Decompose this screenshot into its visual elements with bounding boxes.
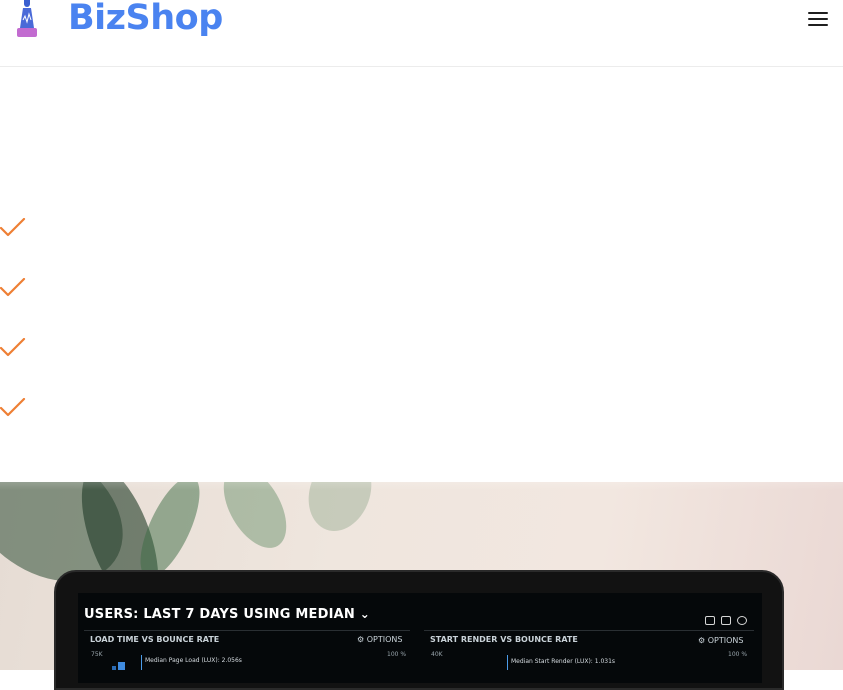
right-pct: 100 % [728, 651, 748, 658]
left-panel-options[interactable]: ⚙ OPTIONS [357, 635, 402, 644]
checkmark-icon [0, 398, 26, 417]
right-y-label: 40K [431, 651, 443, 658]
brand-name[interactable]: BizShop [68, 0, 223, 38]
logo-icon[interactable] [14, 0, 40, 38]
help-icon [737, 616, 747, 625]
left-pct: 100 % [387, 651, 407, 658]
right-median: Median Start Render (LUX): 1.031s [511, 658, 616, 665]
left-panel-title: LOAD TIME VS BOUNCE RATE [90, 635, 220, 644]
section-fade [0, 440, 843, 490]
checkmark-icon [0, 278, 26, 297]
gear-icon: ⚙ [357, 635, 365, 644]
left-median: Median Page Load (LUX): 2.056s [145, 657, 242, 664]
tablet-icon [721, 616, 731, 625]
checkmark-icon [0, 338, 26, 357]
left-y-label: 75K [91, 651, 103, 658]
hamburger-menu-icon[interactable] [808, 12, 828, 28]
chevron-down-icon: ⌄ [359, 607, 370, 621]
site-header: BizShop [0, 0, 843, 67]
checkmark-icon [0, 218, 26, 237]
dashboard-title: USERS: LAST 7 DAYS USING MEDIAN ⌄ [84, 607, 370, 622]
right-panel-title: START RENDER VS BOUNCE RATE [430, 635, 578, 644]
dashboard-toolbar [705, 610, 755, 625]
monitor-icon [705, 616, 715, 625]
right-panel-options[interactable]: ⚙ OPTIONS [698, 636, 743, 645]
gear-icon: ⚙ [698, 636, 706, 645]
